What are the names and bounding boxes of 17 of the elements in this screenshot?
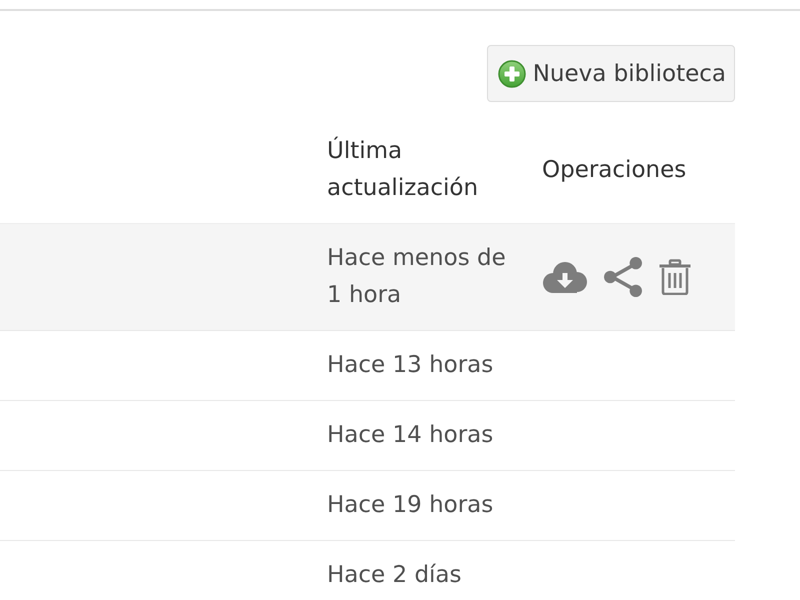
table-row[interactable]: Hace 2 días	[0, 541, 735, 600]
table-cell-text: Hace 19 horas	[326, 491, 494, 520]
table-row[interactable]: Hace 13 horas	[0, 331, 735, 401]
table-row[interactable]: Hace 14 horas	[0, 401, 735, 471]
table-row[interactable]: Hace menos de 1 hora	[0, 224, 735, 331]
table-cell-text: Hace 13 horas	[326, 351, 494, 380]
plus-icon	[498, 60, 526, 88]
table-cell-text: Hace 14 horas	[326, 421, 494, 450]
cloud-download-icon[interactable]	[542, 260, 588, 294]
table-row[interactable]: Hace 19 horas	[0, 471, 735, 541]
table-cell-text: Hace menos de 1 hora	[326, 244, 507, 310]
new-library-button[interactable]: Nueva biblioteca	[486, 45, 735, 102]
trash-icon[interactable]	[658, 259, 692, 295]
table-cell-text: Hace 2 días	[326, 561, 463, 590]
column-header: Operaciones	[541, 156, 688, 184]
share-icon[interactable]	[603, 257, 643, 297]
column-header: Última actualización	[326, 136, 480, 203]
